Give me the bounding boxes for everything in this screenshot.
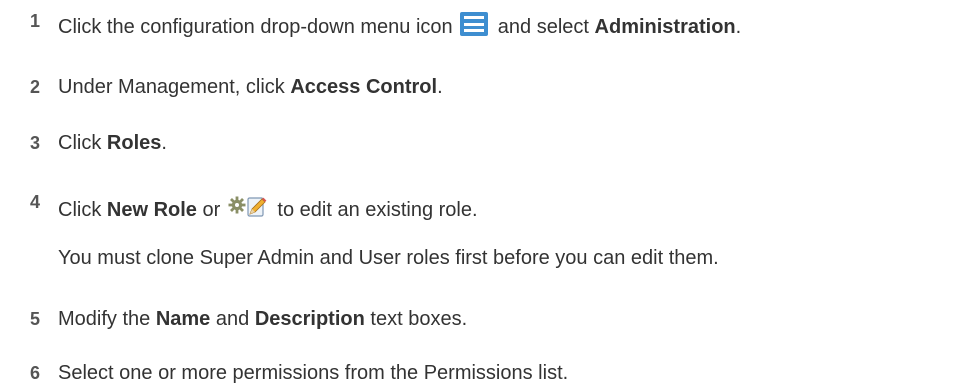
step-1-mid: and select [497,16,589,38]
step-5-pre: Modify the [58,308,151,330]
new-role-label: New Role [106,199,197,221]
step-number: 4 [30,192,41,212]
step-number: 5 [30,309,41,329]
gear-icon [228,196,246,214]
step-text: Select one or more permissions from the … [58,362,569,384]
step-text: Under Management, click Access Control. [58,74,443,100]
hamburger-menu-icon [460,12,489,36]
step-text: Click Roles. [58,130,167,156]
step-4-mid: or [202,199,221,221]
step-3-pre: Click [58,132,102,154]
step-5-mid: and [215,308,250,330]
procedure-steps: 1 Click the configuration drop-down menu… [0,0,955,388]
step-3-post: . [161,132,167,154]
step-4-note: You must clone Super Admin and User role… [58,247,719,269]
roles-label: Roles [106,132,162,154]
access-control-label: Access Control [290,76,438,98]
step-number: 2 [30,77,41,97]
step-text: Click New Role or to edit an existing ro… [58,195,478,226]
pencil-edit-icon [247,197,267,217]
step-text: Modify the Name and Description text box… [58,306,467,332]
name-label: Name [155,308,211,330]
step-4-post: to edit an existing role. [277,199,478,221]
step-text: Click the configuration drop-down menu i… [58,12,741,40]
step-2-post: . [437,76,443,98]
description-label: Description [254,308,365,330]
step-number: 6 [30,363,41,383]
step-number: 3 [30,133,41,153]
step-1-pre: Click the configuration drop-down menu i… [58,16,453,38]
step-2-pre: Under Management, click [58,76,285,98]
edit-role-icons [228,195,268,226]
step-number: 1 [30,11,41,31]
administration-label: Administration [594,16,736,38]
gear-pencil-icon [228,196,267,217]
step-5-post: text boxes. [370,308,468,330]
step-1-post: . [735,16,742,38]
step-4-pre: Click [58,199,102,221]
